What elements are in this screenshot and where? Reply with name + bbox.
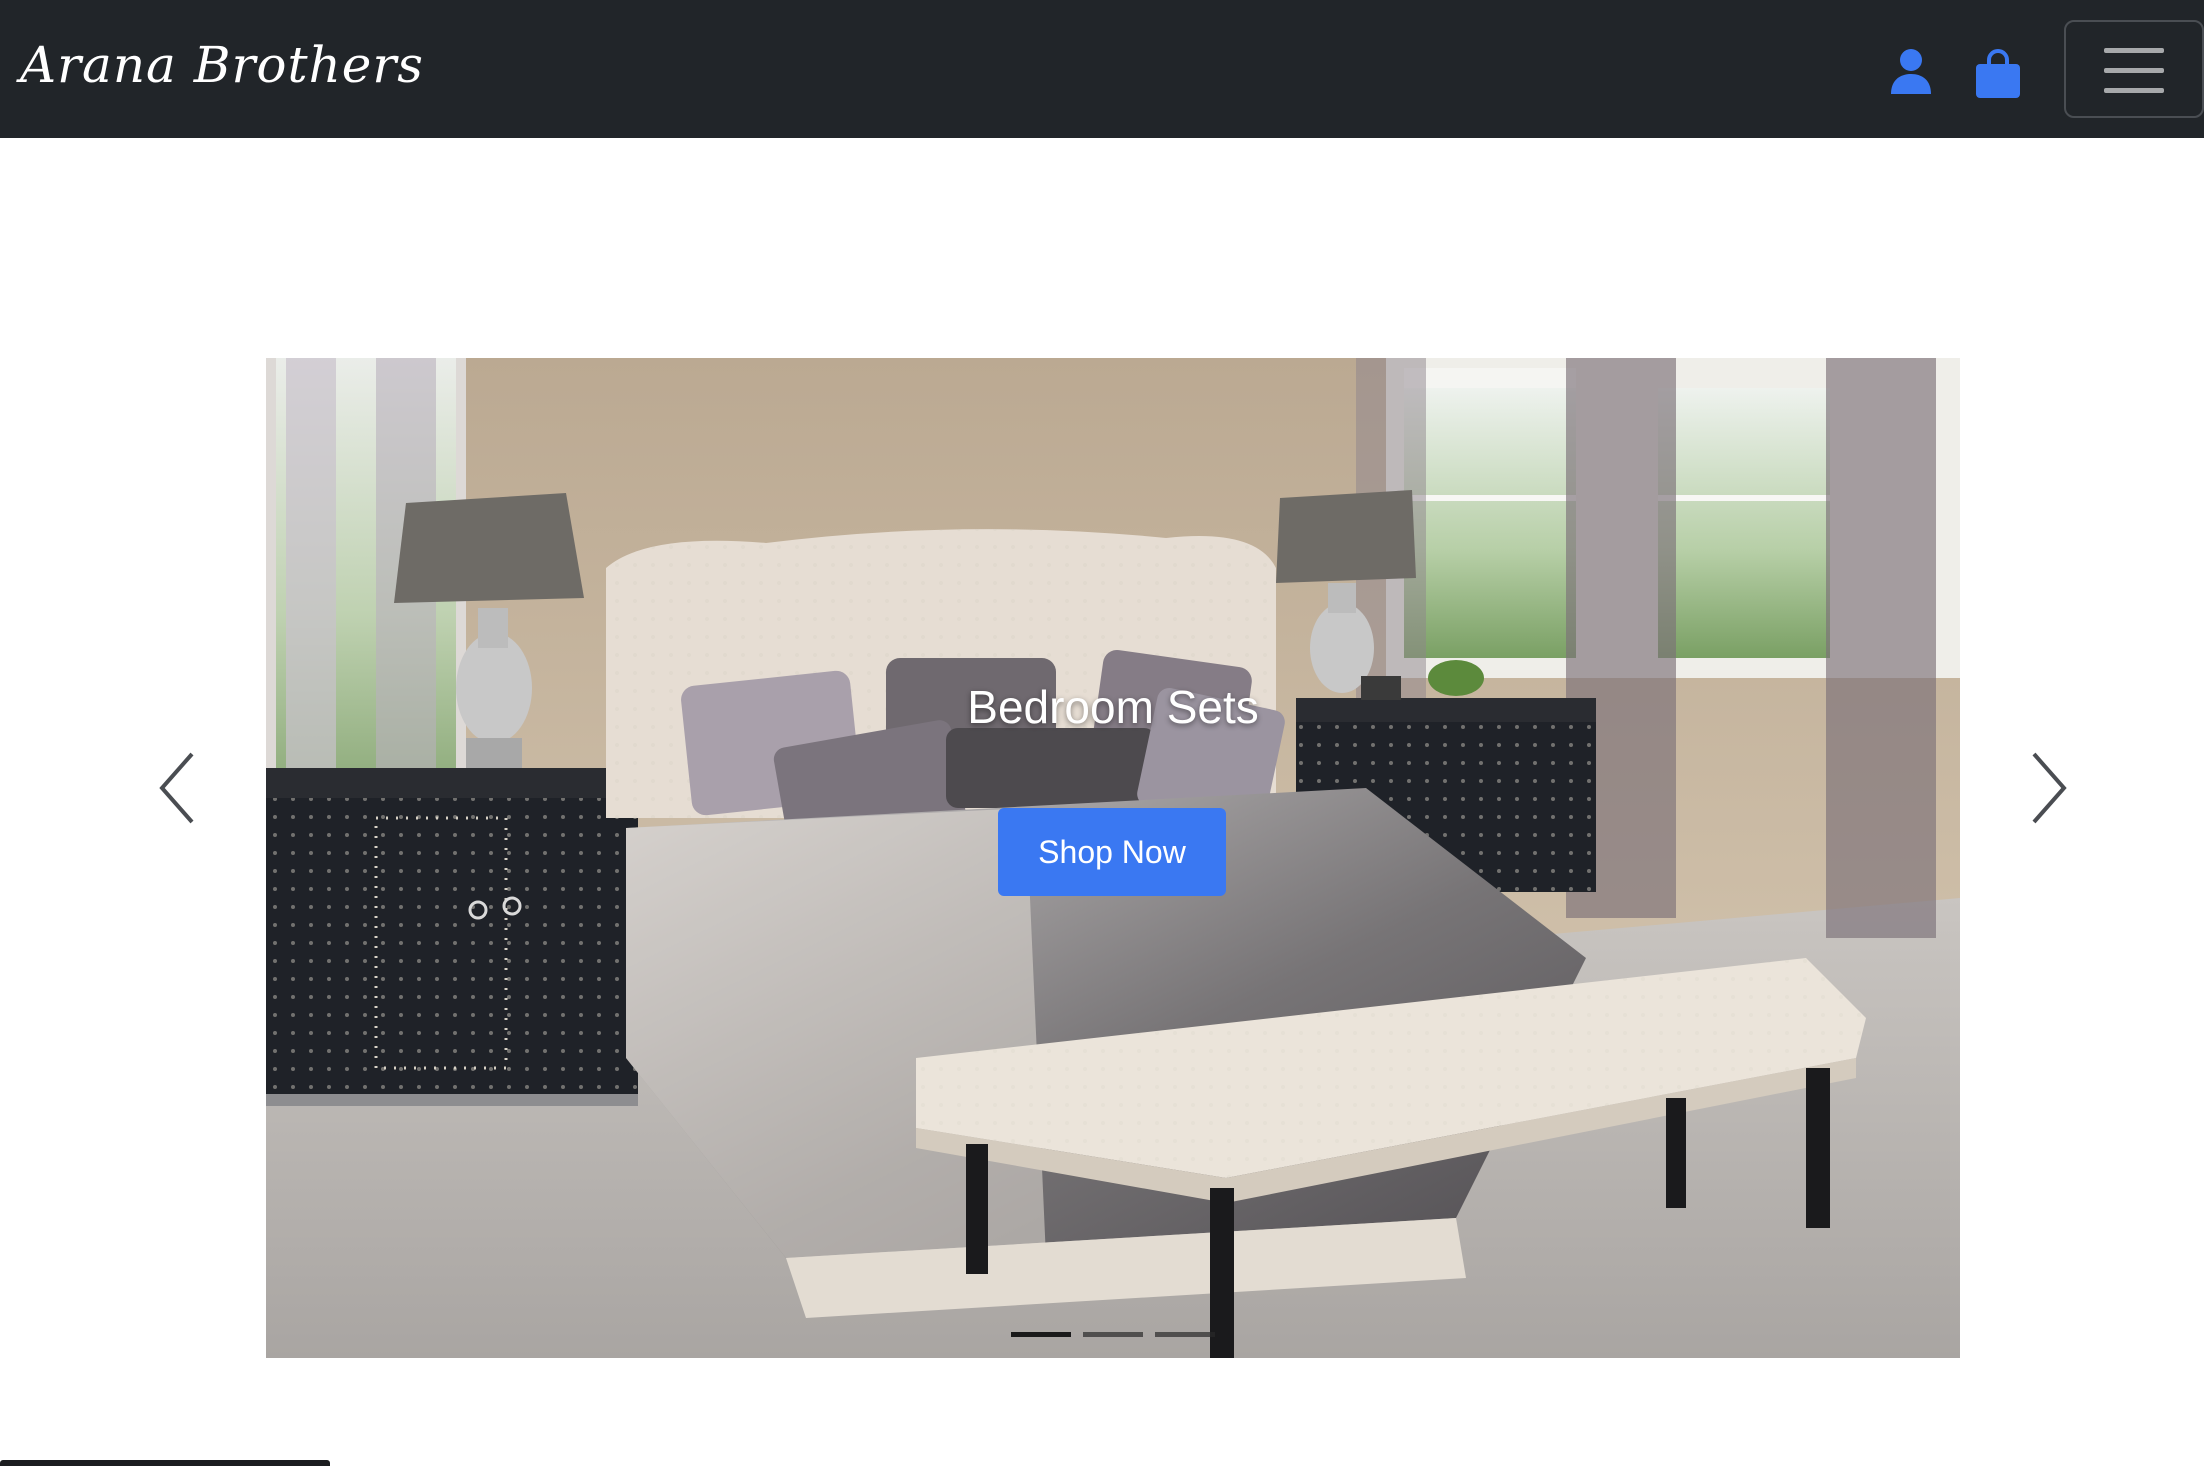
hamburger-menu-button[interactable] — [2064, 20, 2204, 118]
carousel-indicator[interactable] — [1011, 1332, 1071, 1337]
shopping-bag-icon[interactable] — [1974, 48, 2022, 100]
carousel-indicator[interactable] — [1155, 1332, 1215, 1337]
shop-now-button[interactable]: Shop Now — [998, 808, 1226, 896]
brand-logo[interactable]: Arana Brothers — [20, 36, 424, 94]
hamburger-bar — [2104, 88, 2164, 93]
navbar: Arana Brothers — [0, 0, 2204, 138]
chevron-right-icon — [2032, 752, 2067, 824]
user-icon[interactable] — [1890, 48, 1932, 94]
carousel-indicator[interactable] — [1083, 1332, 1143, 1337]
carousel-next-button[interactable] — [2022, 748, 2072, 828]
hero-carousel: Bedroom Sets Shop Now — [266, 358, 1960, 1358]
chevron-left-icon — [159, 752, 194, 824]
bottom-edge-shadow — [0, 1460, 330, 1466]
hamburger-bar — [2104, 68, 2164, 73]
hamburger-bar — [2104, 48, 2164, 53]
carousel-prev-button[interactable] — [154, 748, 204, 828]
carousel-indicators — [266, 1332, 1960, 1342]
